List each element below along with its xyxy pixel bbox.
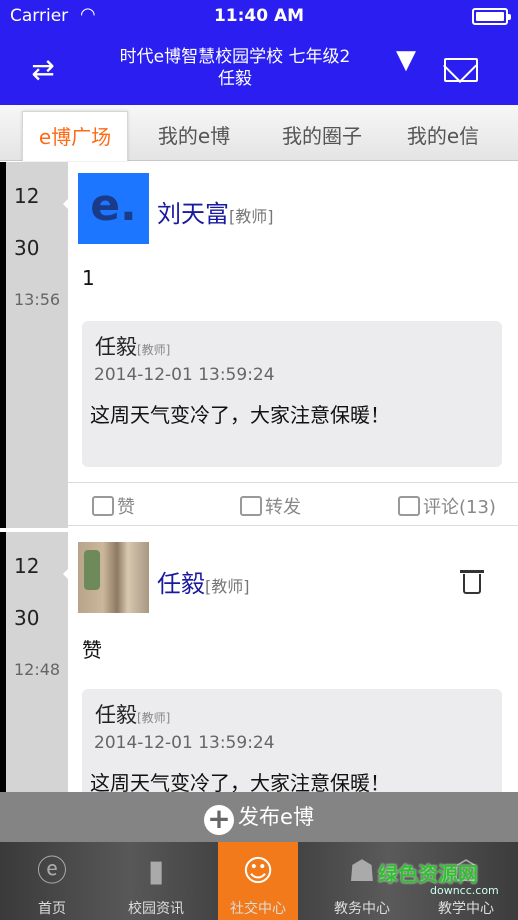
post-time: 12:48: [14, 660, 61, 679]
watermark-url: downcc.com: [430, 884, 499, 897]
forward-button[interactable]: 转发: [240, 493, 301, 519]
clock: 11:40 AM: [213, 6, 305, 26]
tab-e-plaza[interactable]: e博广场: [22, 111, 128, 161]
author-role: [教师]: [229, 207, 274, 226]
publish-eblog-button[interactable]: + 发布e博: [0, 792, 518, 842]
triangle-down-icon: ▼: [396, 45, 416, 75]
quoted-post[interactable]: 任毅[教师] 2014-12-01 13:59:24 这周天气变冷了，大家注意保…: [82, 689, 502, 792]
post-actions: 赞 转发 评论(13): [68, 482, 518, 526]
speech-bubble-icon: [398, 496, 420, 516]
page-title: 时代e博智慧校园学校 七年级2 任毅: [90, 46, 380, 90]
swap-arrows-icon: ⇄: [31, 53, 55, 86]
quoted-author: 任毅[教师]: [95, 335, 171, 359]
post-time: 13:56: [14, 290, 61, 309]
post-day: 30: [14, 236, 40, 260]
trash-icon: [460, 570, 484, 573]
quoted-text: 这周天气变冷了，大家注意保暖！: [90, 771, 390, 792]
thumbs-up-icon: [92, 496, 114, 516]
post-month: 12: [14, 184, 40, 208]
delete-button[interactable]: [458, 568, 486, 596]
school-class-title: 时代e博智慧校园学校 七年级2: [119, 47, 351, 67]
post-day: 30: [14, 606, 40, 630]
post-card[interactable]: 12 30 13:56 e. 刘天富[教师] 1 任毅[教师] 2014-12-…: [0, 162, 518, 528]
tab-my-messages[interactable]: 我的e信: [390, 111, 496, 161]
quoted-role: [教师]: [137, 343, 171, 357]
post-date-column: 12 30 12:48: [0, 532, 69, 792]
quoted-role: [教师]: [137, 711, 171, 725]
quoted-text: 这周天气变冷了，大家注意保暖！: [90, 403, 390, 427]
author-name[interactable]: 任毅[教师]: [157, 564, 250, 599]
post-content: 赞: [82, 638, 102, 662]
quoted-timestamp: 2014-12-01 13:59:24: [94, 733, 275, 753]
share-arrow-icon: [240, 496, 262, 516]
user-name-title: 任毅: [218, 69, 252, 89]
author-role: [教师]: [205, 577, 250, 596]
nav-campus-news[interactable]: ▮ 校园资讯: [108, 842, 204, 920]
book-icon: ▮: [147, 854, 165, 889]
tab-bar: e博广场 我的e博 我的圈子 我的e信: [0, 105, 518, 161]
person-board-icon: ☗: [348, 854, 376, 889]
mail-button[interactable]: [444, 58, 478, 82]
author-name[interactable]: 刘天富[教师]: [157, 194, 274, 229]
watermark-logo: 绿色资源网: [378, 862, 478, 886]
publish-label: 发布e博: [238, 805, 314, 829]
app-header: Carrier ◠ 11:40 AM ⇄ 时代e博智慧校园学校 七年级2 任毅 …: [0, 0, 518, 105]
quoted-author: 任毅[教师]: [95, 703, 171, 727]
post-feed[interactable]: 12 30 13:56 e. 刘天富[教师] 1 任毅[教师] 2014-12-…: [0, 162, 518, 792]
like-button[interactable]: 赞: [92, 493, 135, 519]
plus-circle-icon: +: [204, 805, 235, 835]
comment-button[interactable]: 评论(13): [398, 493, 496, 519]
avatar[interactable]: [78, 542, 149, 613]
chat-people-icon: ☺: [242, 854, 274, 889]
quoted-post[interactable]: 任毅[教师] 2014-12-01 13:59:24 这周天气变冷了，大家注意保…: [82, 321, 502, 467]
post-card[interactable]: 12 30 12:48 任毅[教师] 赞 任毅[教师] 2014-12-01 1…: [0, 532, 518, 792]
switch-account-button[interactable]: ⇄: [26, 56, 60, 84]
status-bar: Carrier ◠ 11:40 AM: [0, 0, 518, 34]
post-content: 1: [82, 266, 95, 290]
quoted-timestamp: 2014-12-01 13:59:24: [94, 365, 275, 385]
nav-home[interactable]: ⓔ 首页: [4, 842, 100, 920]
post-month: 12: [14, 554, 40, 578]
avatar[interactable]: e.: [78, 173, 149, 244]
battery-icon: [472, 8, 511, 25]
nav-social-center[interactable]: ☺ 社交中心: [218, 842, 298, 920]
tab-my-circle[interactable]: 我的圈子: [262, 111, 382, 161]
class-dropdown-button[interactable]: ▼: [392, 45, 420, 75]
tab-my-eblog[interactable]: 我的e博: [140, 111, 248, 161]
e-logo-icon: ⓔ: [37, 854, 67, 889]
post-date-column: 12 30 13:56: [0, 162, 69, 528]
